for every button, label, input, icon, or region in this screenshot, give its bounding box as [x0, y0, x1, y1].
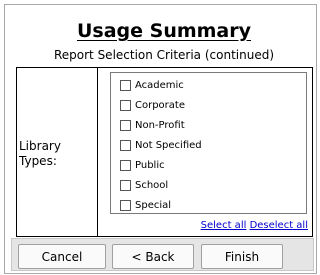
- school-checkbox[interactable]: [120, 179, 131, 191]
- option-label: Corporate: [135, 99, 185, 111]
- special-checkbox[interactable]: [120, 199, 131, 211]
- option-non-profit[interactable]: Non-Profit: [120, 117, 300, 133]
- deselect-all-link[interactable]: Deselect all: [250, 220, 308, 231]
- option-label: Non-Profit: [135, 119, 185, 131]
- wizard-footer: Cancel < Back Finish: [11, 238, 314, 271]
- library-types-label: Library Types:: [19, 139, 61, 168]
- page-subtitle: Report Selection Criteria (continued): [53, 48, 275, 62]
- academic-checkbox[interactable]: [120, 79, 131, 91]
- option-label: Not Specified: [135, 139, 202, 151]
- option-label: School: [135, 179, 169, 191]
- finish-button[interactable]: Finish: [201, 244, 283, 269]
- option-school[interactable]: School: [120, 177, 300, 193]
- cancel-button[interactable]: Cancel: [18, 244, 106, 269]
- option-public[interactable]: Public: [120, 157, 300, 173]
- option-special[interactable]: Special: [120, 197, 300, 213]
- option-label: Academic: [135, 79, 184, 91]
- public-checkbox[interactable]: [120, 159, 131, 171]
- column-divider: [97, 68, 98, 236]
- library-types-list: Academic Corporate Non-Profit Not Specif…: [110, 72, 307, 214]
- back-button[interactable]: < Back: [112, 244, 194, 269]
- select-all-link[interactable]: Select all: [201, 220, 247, 231]
- option-corporate[interactable]: Corporate: [120, 97, 300, 113]
- criteria-table: Library Types: Academic Corporate Non-Pr…: [16, 67, 313, 237]
- corporate-checkbox[interactable]: [120, 99, 131, 111]
- non-profit-checkbox[interactable]: [120, 119, 131, 131]
- page-title: Usage Summary: [76, 20, 252, 42]
- not-specified-checkbox[interactable]: [120, 139, 131, 151]
- option-academic[interactable]: Academic: [120, 77, 300, 93]
- option-label: Special: [135, 199, 172, 211]
- selection-links: Select all Deselect all: [201, 220, 308, 231]
- option-not-specified[interactable]: Not Specified: [120, 137, 300, 153]
- option-label: Public: [135, 159, 165, 171]
